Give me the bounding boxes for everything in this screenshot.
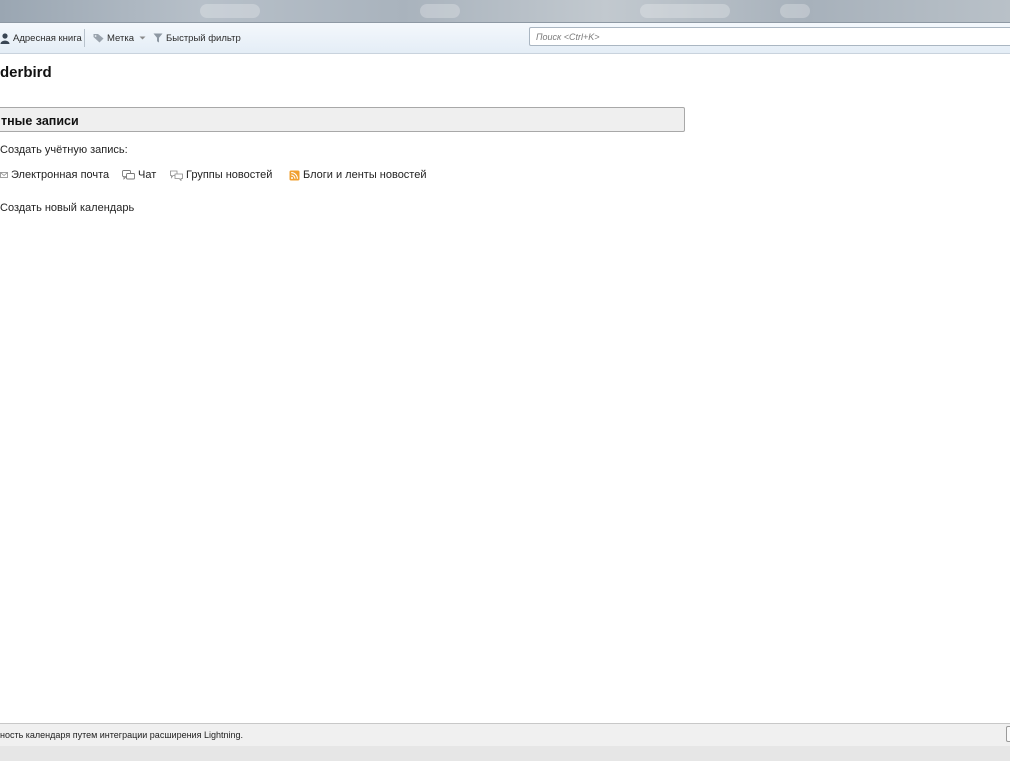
rss-icon bbox=[289, 170, 300, 180]
status-bar: ность календаря путем интеграции расшире… bbox=[0, 723, 1010, 746]
email-account-link[interactable]: Электронная почта bbox=[0, 168, 109, 182]
feeds-account-link[interactable]: Блоги и ленты новостей bbox=[289, 168, 427, 182]
create-account-label: Создать учётную запись: bbox=[0, 144, 128, 156]
accounts-section-header: тные записи bbox=[0, 107, 685, 132]
new-calendar-link[interactable]: Создать новый календарь bbox=[0, 202, 134, 214]
email-account-label: Электронная почта bbox=[11, 169, 110, 181]
feeds-account-label: Блоги и ленты новостей bbox=[303, 169, 427, 181]
search-input[interactable]: Поиск <Ctrl+K> bbox=[529, 27, 1010, 46]
newsgroup-icon bbox=[170, 170, 183, 181]
tag-label: Метка bbox=[107, 32, 134, 44]
email-icon bbox=[0, 172, 8, 178]
filter-icon bbox=[153, 33, 163, 43]
chat-account-link[interactable]: Чат bbox=[122, 168, 156, 182]
status-close-button[interactable] bbox=[1006, 726, 1010, 742]
tag-icon bbox=[93, 34, 104, 43]
tag-button[interactable]: Метка bbox=[93, 31, 150, 45]
window-titlebar bbox=[0, 0, 1010, 23]
bottom-edge bbox=[0, 746, 1010, 761]
quick-filter-label: Быстрый фильтр bbox=[166, 32, 241, 44]
toolbar-separator bbox=[84, 29, 85, 47]
address-book-button[interactable]: Адресная книга bbox=[0, 31, 82, 45]
quick-filter-button[interactable]: Быстрый фильтр bbox=[153, 31, 241, 45]
newsgroup-account-link[interactable]: Группы новостей bbox=[170, 168, 272, 182]
chevron-down-icon bbox=[139, 36, 146, 40]
search-placeholder: Поиск <Ctrl+K> bbox=[536, 32, 600, 42]
status-message: ность календаря путем интеграции расшире… bbox=[0, 730, 243, 740]
person-icon bbox=[0, 32, 10, 44]
address-book-label: Адресная книга bbox=[13, 32, 82, 44]
accounts-section-title: тные записи bbox=[1, 114, 79, 128]
page-title: derbird bbox=[0, 64, 52, 81]
chat-account-label: Чат bbox=[138, 169, 157, 181]
newsgroup-account-label: Группы новостей bbox=[186, 169, 273, 181]
chat-icon bbox=[122, 169, 135, 180]
